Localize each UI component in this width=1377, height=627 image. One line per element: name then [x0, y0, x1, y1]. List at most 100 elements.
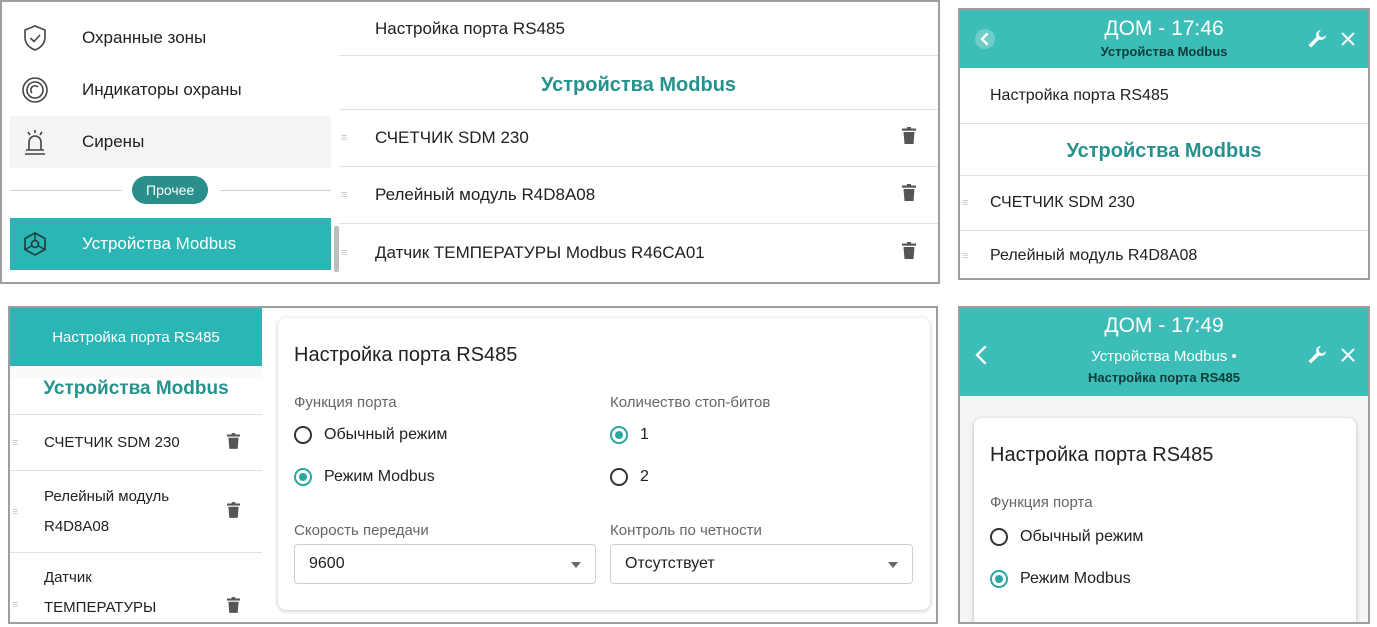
drag-handle-icon[interactable]: ≡: [341, 247, 347, 259]
sidebar: Охранные зоны Индикаторы охраны Сирены П…: [2, 2, 339, 282]
back-icon[interactable]: [974, 344, 988, 371]
divider-line: [220, 190, 331, 191]
sidebar: Настройка порта RS485 Устройства Modbus …: [10, 308, 262, 622]
radio-stop-bits-1[interactable]: 1: [610, 426, 649, 444]
radio-button[interactable]: [990, 570, 1008, 588]
list-item-label: Настройка порта RS485: [375, 18, 565, 38]
header-tools: [1306, 344, 1356, 371]
select-value: 9600: [309, 555, 345, 572]
radio-label: 2: [640, 468, 649, 485]
port-function-label: Функция порта: [990, 494, 1093, 511]
device-row[interactable]: ≡ Релейный модуль R4D8A08: [339, 167, 938, 224]
device-name: Релейный модуль R4D8A08: [375, 185, 596, 204]
radio-modbus-mode[interactable]: Режим Modbus: [990, 570, 1131, 588]
baud-rate-select[interactable]: 9600: [294, 544, 596, 584]
radio-modbus-mode[interactable]: Режим Modbus: [294, 468, 435, 486]
radio-button[interactable]: [610, 426, 628, 444]
header-title: ДОМ - 17:49: [1104, 314, 1224, 337]
list-item-port-settings[interactable]: Настройка порта RS485: [339, 2, 938, 56]
sidebar-item-label: Индикаторы охраны: [82, 80, 242, 99]
device-row[interactable]: ≡ Релейный модуль R4D8A08: [960, 231, 1368, 278]
sidebar-item-label: Охранные зоны: [82, 28, 207, 47]
section-title: Устройства Modbus: [1066, 140, 1262, 162]
radio-normal-mode[interactable]: Обычный режим: [990, 528, 1143, 546]
mobile-port-settings-panel: ДОМ - 17:49 Устройства Modbus • Настройк…: [958, 306, 1370, 624]
section-title: Устройства Modbus: [540, 74, 737, 96]
sidebar-item-label: Сирены: [82, 132, 145, 151]
shield-check-icon: [10, 24, 60, 52]
device-name: СЧЕТЧИК SDM 230: [44, 434, 180, 451]
wrench-icon[interactable]: [1306, 28, 1328, 55]
dropdown-caret-icon: [571, 562, 581, 568]
device-name-line: ТЕМПЕРАТУРЫ: [44, 598, 157, 616]
radio-button[interactable]: [990, 528, 1008, 546]
stop-bits-label: Количество стоп-битов: [610, 394, 771, 411]
close-icon[interactable]: [1340, 31, 1356, 52]
radio-normal-mode[interactable]: Обычный режим: [294, 426, 447, 444]
trash-icon[interactable]: [227, 432, 240, 453]
device-row[interactable]: ≡ Датчик ТЕМПЕРАТУРЫ: [10, 553, 262, 622]
desktop-port-settings-panel: Настройка порта RS485 Устройства Modbus …: [8, 306, 938, 624]
port-function-label: Функция порта: [294, 394, 397, 411]
radio-button[interactable]: [294, 468, 312, 486]
drag-handle-icon[interactable]: ≡: [12, 437, 18, 449]
back-icon[interactable]: [974, 28, 996, 55]
device-name: Релейный модуль R4D8A08: [990, 247, 1198, 264]
siren-icon: [10, 128, 60, 156]
header-subtitle-secondary: Настройка порта RS485: [1088, 370, 1240, 385]
trash-icon[interactable]: [902, 241, 916, 264]
radio-stop-bits-2[interactable]: 2: [610, 468, 649, 486]
divider-line: [10, 190, 122, 191]
radio-label: Обычный режим: [324, 426, 448, 443]
device-name-line: R4D8A08: [44, 517, 110, 535]
device-row[interactable]: ≡ Датчик ТЕМПЕРАТУРЫ Modbus R46CA01: [339, 224, 938, 281]
radio-button[interactable]: [294, 426, 312, 444]
sidebar-item-security-indicators[interactable]: Индикаторы охраны: [10, 64, 331, 116]
drag-handle-icon[interactable]: ≡: [962, 197, 968, 209]
device-row[interactable]: ≡ Релейный модуль R4D8A08: [10, 471, 262, 553]
wrench-icon[interactable]: [1306, 344, 1328, 371]
app-header: ДОМ - 17:49 Устройства Modbus • Настройк…: [960, 308, 1368, 396]
device-row[interactable]: ≡ СЧЕТЧИК SDM 230: [960, 175, 1368, 231]
card-title: Настройка порта RS485: [294, 344, 518, 366]
card-title: Настройка порта RS485: [990, 444, 1214, 466]
desktop-modbus-panel: Охранные зоны Индикаторы охраны Сирены П…: [0, 0, 940, 284]
drag-handle-icon[interactable]: ≡: [341, 189, 347, 201]
trash-icon[interactable]: [902, 127, 916, 149]
sidebar-item-modbus-devices[interactable]: Устройства Modbus: [10, 218, 331, 270]
list-item-label: Настройка порта RS485: [990, 86, 1169, 104]
dropdown-caret-icon: [888, 562, 898, 568]
mobile-modbus-panel: ДОМ - 17:46 Устройства Modbus Настройка …: [958, 8, 1370, 280]
sidebar-item-port-settings[interactable]: Настройка порта RS485: [10, 308, 262, 366]
close-icon[interactable]: [1340, 347, 1356, 368]
drag-handle-icon[interactable]: ≡: [341, 132, 347, 144]
sidebar-item-security-zones[interactable]: Охранные зоны: [10, 12, 331, 64]
list-item-port-settings[interactable]: Настройка порта RS485: [960, 68, 1368, 124]
app-header: ДОМ - 17:46 Устройства Modbus: [960, 10, 1368, 68]
trash-icon[interactable]: [227, 501, 240, 522]
section-divider: Прочее: [10, 172, 331, 208]
device-name: СЧЕТЧИК SDM 230: [375, 128, 529, 147]
sidebar-item-label: Устройства Modbus: [82, 234, 237, 253]
device-row[interactable]: ≡ СЧЕТЧИК SDM 230: [10, 415, 262, 471]
parity-label: Контроль по четности: [610, 522, 762, 539]
modbus-network-icon: [10, 230, 60, 258]
port-settings-card: Настройка порта RS485 Функция порта Обыч…: [974, 418, 1356, 622]
device-name: Релейный модуль R4D8A08: [44, 482, 169, 542]
baud-rate-label: Скорость передачи: [294, 522, 429, 539]
drag-handle-icon[interactable]: ≡: [962, 250, 968, 262]
device-row[interactable]: ≡ СЧЕТЧИК SDM 230: [339, 110, 938, 167]
header-tools: [1306, 28, 1356, 55]
device-name: Датчик ТЕМПЕРАТУРЫ Modbus R46CA01: [375, 242, 705, 262]
device-name-line: Датчик: [44, 568, 92, 586]
drag-handle-icon[interactable]: ≡: [12, 506, 18, 518]
drag-handle-icon[interactable]: ≡: [12, 599, 18, 611]
radio-button[interactable]: [610, 468, 628, 486]
trash-icon[interactable]: [227, 597, 240, 617]
sidebar-item-sirens[interactable]: Сирены: [10, 116, 331, 168]
trash-icon[interactable]: [902, 184, 916, 206]
radio-label: Режим Modbus: [324, 468, 435, 485]
signal-rings-icon: [10, 76, 60, 104]
modbus-list: Настройка порта RS485 Устройства Modbus …: [339, 2, 938, 282]
parity-select[interactable]: Отсутствует: [610, 544, 913, 584]
